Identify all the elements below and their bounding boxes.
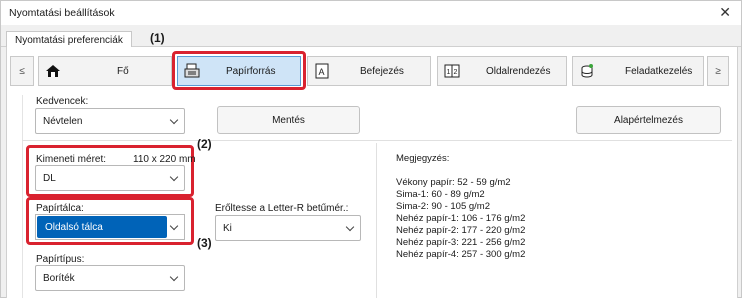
note-line: Vékony papír: 52 - 59 g/m2 — [396, 177, 511, 188]
default-button[interactable]: Alapértelmezés — [576, 106, 721, 134]
note-line: Nehéz papír-1: 106 - 176 g/m2 — [396, 213, 526, 224]
note-line: Sima-1: 60 - 89 g/m2 — [396, 189, 485, 200]
force-letter-select[interactable]: Ki — [215, 215, 361, 241]
svg-text:2: 2 — [454, 69, 458, 76]
note-line: Nehéz papír-4: 257 - 300 g/m2 — [396, 249, 526, 260]
document-a-icon: A — [315, 63, 329, 79]
tab-print-preferences[interactable]: Nyomtatási preferenciák — [6, 31, 132, 48]
paper-tray-select[interactable]: Oldalsó tálca — [35, 214, 185, 240]
window-title: Nyomtatási beállítások — [9, 7, 115, 19]
nav-item-layout[interactable]: 1 2 Oldalrendezés — [437, 56, 567, 86]
home-icon — [46, 65, 60, 77]
svg-text:1: 1 — [447, 69, 451, 76]
chevron-down-icon — [169, 115, 179, 125]
paper-type-value: Boríték — [43, 273, 75, 284]
paper-tray-label: Papírtálca: — [36, 203, 84, 214]
left-divider — [22, 95, 23, 298]
tab-strip: Nyomtatási preferenciák — [1, 25, 741, 48]
section-divider — [22, 140, 732, 141]
nav-prev-button[interactable]: ≤ — [10, 56, 34, 86]
paper-tray-value: Oldalsó tálca — [45, 222, 103, 233]
save-button[interactable]: Mentés — [217, 106, 360, 134]
paper-type-label: Papírtípus: — [36, 254, 85, 265]
nav-next-icon: ≥ — [715, 65, 721, 77]
nav-prev-icon: ≤ — [19, 65, 25, 77]
output-size-value: DL — [43, 173, 56, 184]
callout-1-box — [172, 51, 306, 90]
favorites-select[interactable]: Névtelen — [35, 108, 185, 134]
force-letter-label: Erőltesse a Letter-R betűmér.: — [215, 203, 349, 214]
nav-item-finishing-label: Befejezés — [360, 66, 404, 77]
chevron-down-icon — [169, 272, 179, 282]
note-line: Nehéz papír-3: 221 - 256 g/m2 — [396, 237, 526, 248]
category-nav: ≤ Fő Papírforrás A Befejezés 1 2 Oldalre… — [10, 56, 732, 86]
force-letter-value: Ki — [223, 223, 232, 234]
title-bar: Nyomtatási beállítások ✕ — [1, 1, 741, 25]
nav-item-main-label: Fő — [117, 66, 129, 77]
nav-next-button[interactable]: ≥ — [707, 56, 729, 86]
nav-item-job-handling[interactable]: Feladatkezelés — [572, 56, 704, 86]
job-stack-icon — [581, 64, 593, 78]
nav-item-job-handling-label: Feladatkezelés — [625, 66, 693, 77]
paper-type-select[interactable]: Boríték — [35, 265, 185, 291]
output-size-dimension: 110 x 220 mm — [133, 154, 196, 165]
close-icon[interactable]: ✕ — [719, 4, 731, 21]
page-layout-icon: 1 2 — [444, 64, 460, 78]
favorites-label: Kedvencek: — [36, 96, 89, 107]
nav-item-main[interactable]: Fő — [38, 56, 172, 86]
chevron-down-icon — [169, 221, 179, 231]
chevron-down-icon — [169, 172, 179, 182]
note-line: Sima-2: 90 - 105 g/m2 — [396, 201, 490, 212]
callout-1-label: (1) — [150, 31, 165, 45]
note-line: Nehéz papír-2: 177 - 220 g/m2 — [396, 225, 526, 236]
paper-tray-value-highlight: Oldalsó tálca — [37, 216, 167, 238]
callout-3-label: (3) — [197, 236, 212, 250]
output-size-select[interactable]: DL — [35, 165, 185, 191]
svg-text:A: A — [319, 67, 325, 77]
callout-2-label: (2) — [197, 137, 212, 151]
output-size-label: Kimeneti méret: — [36, 154, 107, 165]
chevron-down-icon — [345, 222, 355, 232]
nav-item-layout-label: Oldalrendezés — [486, 66, 551, 77]
notes-divider — [376, 143, 377, 298]
notes-title: Megjegyzés: — [396, 153, 450, 164]
favorites-value: Névtelen — [43, 116, 83, 127]
nav-item-finishing[interactable]: A Befejezés — [307, 56, 431, 86]
